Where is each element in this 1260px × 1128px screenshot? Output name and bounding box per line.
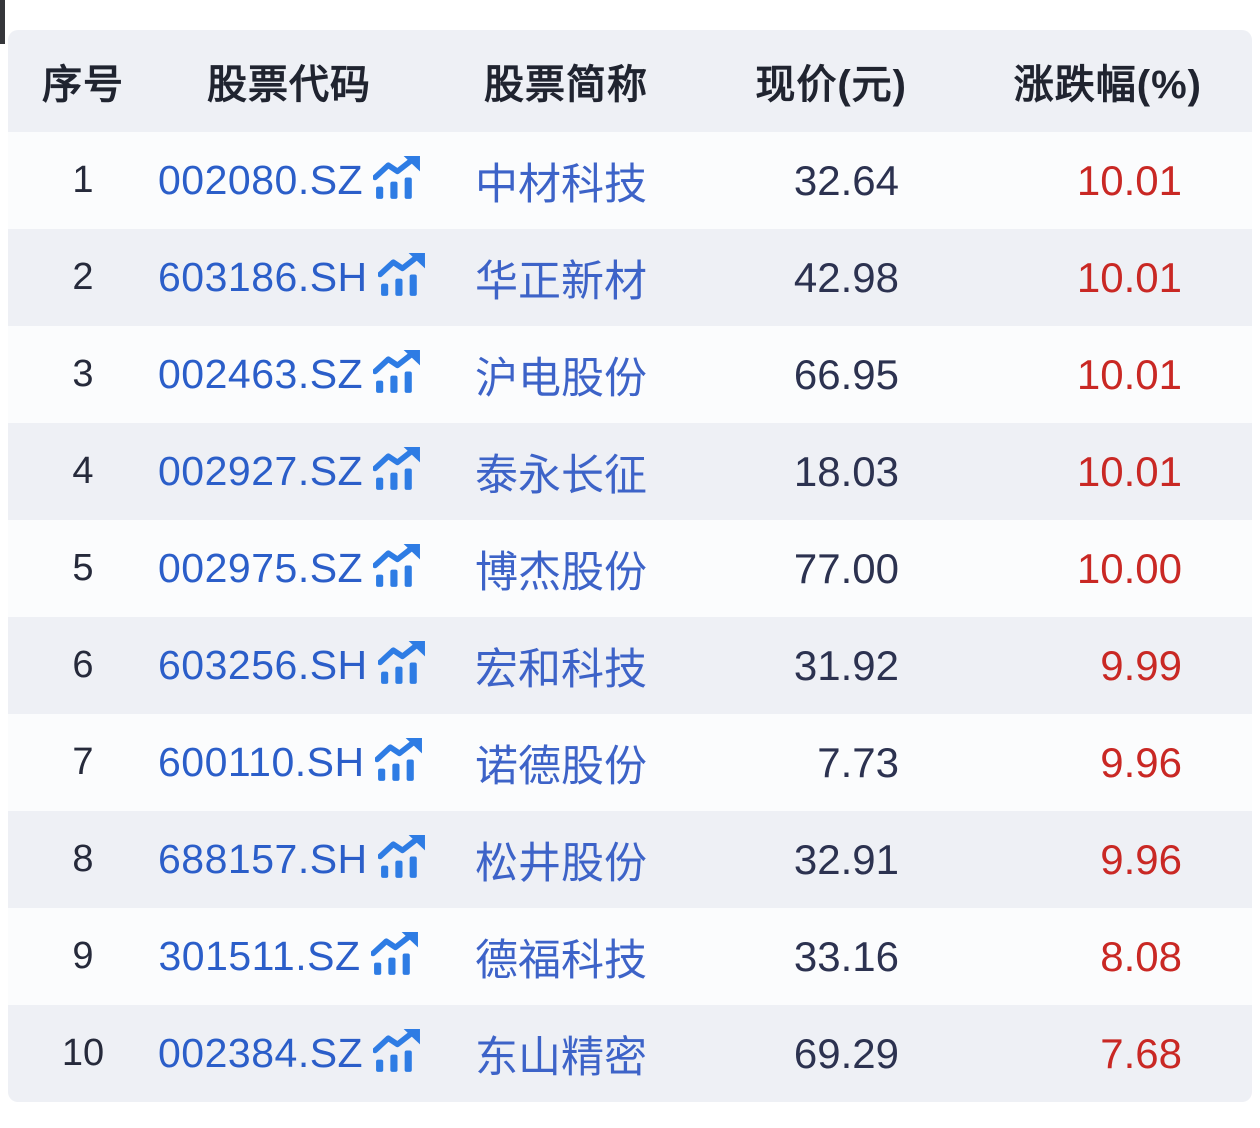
stock-rank-table: 序号 股票代码 股票简称 现价(元) 涨跌幅(%) 1 002080.SZ (8, 30, 1252, 1102)
stock-code-link[interactable]: 301511.SZ (158, 933, 360, 980)
change-percent: 10.01 (917, 423, 1252, 520)
stock-name-link[interactable]: 东山精密 (420, 1005, 712, 1102)
stock-code-link[interactable]: 603186.SH (158, 254, 368, 301)
stock-code-link[interactable]: 688157.SH (158, 836, 368, 883)
stock-code-cell: 301511.SZ (158, 908, 420, 1005)
price-value: 33.16 (712, 908, 917, 1005)
price-value: 69.29 (712, 1005, 917, 1102)
trend-up-chart-icon[interactable] (378, 835, 427, 880)
trend-up-chart-icon[interactable] (373, 1029, 422, 1074)
stock-name-link[interactable]: 诺德股份 (420, 714, 712, 811)
trend-up-chart-icon[interactable] (373, 447, 422, 492)
trend-up-chart-icon[interactable] (373, 350, 422, 395)
stock-code-link[interactable]: 002927.SZ (158, 448, 363, 495)
stock-name-link[interactable]: 德福科技 (420, 908, 712, 1005)
stock-code-cell: 002463.SZ (158, 326, 420, 423)
stock-code-cell: 603256.SH (158, 617, 420, 714)
stock-name-link[interactable]: 沪电股份 (420, 326, 712, 423)
trend-up-chart-icon[interactable] (371, 932, 420, 977)
stock-code-link[interactable]: 002080.SZ (158, 157, 363, 204)
serial-number: 9 (8, 908, 158, 1005)
col-header-index: 序号 (8, 30, 158, 132)
change-percent: 9.96 (917, 811, 1252, 908)
price-value: 32.64 (712, 132, 917, 229)
stock-code-link[interactable]: 002975.SZ (158, 545, 363, 592)
stock-code-cell: 002384.SZ (158, 1005, 420, 1102)
change-percent: 10.01 (917, 326, 1252, 423)
stock-name-link[interactable]: 宏和科技 (420, 617, 712, 714)
col-header-code: 股票代码 (158, 30, 420, 132)
table-row: 7 600110.SH 诺德股份 7.73 9.96 (8, 714, 1252, 811)
serial-number: 8 (8, 811, 158, 908)
stock-code-link[interactable]: 002384.SZ (158, 1030, 363, 1077)
serial-number: 3 (8, 326, 158, 423)
serial-number: 7 (8, 714, 158, 811)
price-value: 7.73 (712, 714, 917, 811)
change-percent: 9.96 (917, 714, 1252, 811)
serial-number: 4 (8, 423, 158, 520)
table-row: 2 603186.SH 华正新材 42.98 10.01 (8, 229, 1252, 326)
stock-table-body: 1 002080.SZ 中材科技 32.64 10.01 2 603186.SH (8, 132, 1252, 1102)
stock-code-cell: 603186.SH (158, 229, 420, 326)
stock-name-link[interactable]: 松井股份 (420, 811, 712, 908)
change-percent: 10.01 (917, 229, 1252, 326)
table-row: 9 301511.SZ 德福科技 33.16 8.08 (8, 908, 1252, 1005)
trend-up-chart-icon[interactable] (373, 156, 422, 201)
stock-name-link[interactable]: 华正新材 (420, 229, 712, 326)
price-value: 66.95 (712, 326, 917, 423)
table-row: 6 603256.SH 宏和科技 31.92 9.99 (8, 617, 1252, 714)
price-value: 31.92 (712, 617, 917, 714)
serial-number: 10 (8, 1005, 158, 1102)
serial-number: 5 (8, 520, 158, 617)
stock-code-cell: 688157.SH (158, 811, 420, 908)
stock-code-link[interactable]: 002463.SZ (158, 351, 363, 398)
table-row: 3 002463.SZ 沪电股份 66.95 10.01 (8, 326, 1252, 423)
table-row: 5 002975.SZ 博杰股份 77.00 10.00 (8, 520, 1252, 617)
serial-number: 6 (8, 617, 158, 714)
serial-number: 1 (8, 132, 158, 229)
change-percent: 8.08 (917, 908, 1252, 1005)
stock-name-link[interactable]: 中材科技 (420, 132, 712, 229)
stock-code-cell: 002927.SZ (158, 423, 420, 520)
price-value: 42.98 (712, 229, 917, 326)
stock-rank-card: 序号 股票代码 股票简称 现价(元) 涨跌幅(%) 1 002080.SZ (8, 30, 1252, 1102)
screen-edge-artifact (0, 0, 5, 44)
stock-name-link[interactable]: 博杰股份 (420, 520, 712, 617)
trend-up-chart-icon[interactable] (378, 253, 427, 298)
col-header-change: 涨跌幅(%) (917, 30, 1252, 132)
stock-name-link[interactable]: 泰永长征 (420, 423, 712, 520)
stock-code-cell: 600110.SH (158, 714, 420, 811)
stock-code-link[interactable]: 600110.SH (158, 739, 365, 786)
col-header-name: 股票简称 (420, 30, 712, 132)
table-row: 1 002080.SZ 中材科技 32.64 10.01 (8, 132, 1252, 229)
change-percent: 10.01 (917, 132, 1252, 229)
change-percent: 10.00 (917, 520, 1252, 617)
trend-up-chart-icon[interactable] (375, 738, 424, 783)
change-percent: 9.99 (917, 617, 1252, 714)
trend-up-chart-icon[interactable] (373, 544, 422, 589)
serial-number: 2 (8, 229, 158, 326)
stock-code-cell: 002080.SZ (158, 132, 420, 229)
change-percent: 7.68 (917, 1005, 1252, 1102)
table-header-row: 序号 股票代码 股票简称 现价(元) 涨跌幅(%) (8, 30, 1252, 132)
stock-code-link[interactable]: 603256.SH (158, 642, 368, 689)
table-row: 8 688157.SH 松井股份 32.91 9.96 (8, 811, 1252, 908)
table-row: 10 002384.SZ 东山精密 69.29 7.68 (8, 1005, 1252, 1102)
col-header-price: 现价(元) (712, 30, 917, 132)
price-value: 77.00 (712, 520, 917, 617)
stock-code-cell: 002975.SZ (158, 520, 420, 617)
price-value: 32.91 (712, 811, 917, 908)
trend-up-chart-icon[interactable] (378, 641, 427, 686)
price-value: 18.03 (712, 423, 917, 520)
table-row: 4 002927.SZ 泰永长征 18.03 10.01 (8, 423, 1252, 520)
